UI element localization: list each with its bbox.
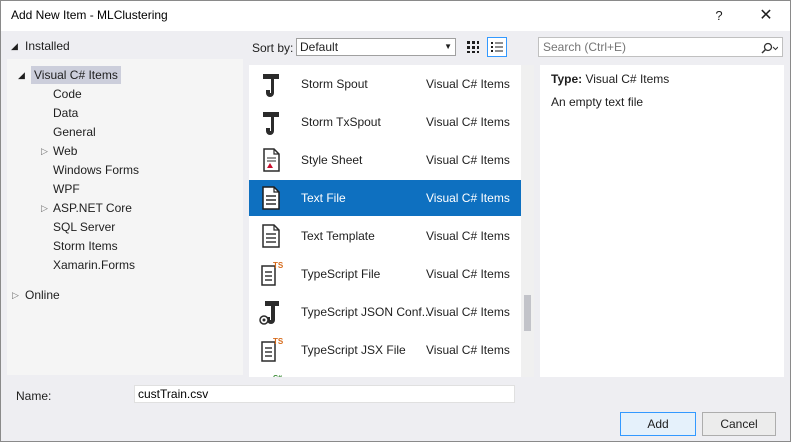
item-category: Visual C# Items — [426, 115, 510, 129]
installed-label: Installed — [25, 39, 70, 53]
title-bar: Add New Item - MLClustering ? ✕ — [1, 1, 790, 31]
tree-item-xamarin-forms[interactable]: Xamarin.Forms — [53, 256, 135, 274]
collapse-arrow-icon[interactable]: ◢ — [11, 37, 18, 55]
text-file-icon — [262, 186, 280, 210]
medium-icons-view-button[interactable] — [463, 37, 483, 57]
template-list: Storm Spout Visual C# Items Storm TxSpou… — [249, 65, 534, 377]
tree-item-web[interactable]: Web — [53, 142, 77, 160]
list-item-text-file[interactable]: Text File Visual C# Items — [249, 180, 521, 216]
name-input[interactable] — [134, 385, 515, 403]
tree-item-windows-forms[interactable]: Windows Forms — [53, 161, 139, 179]
item-category: Visual C# Items — [426, 305, 510, 319]
item-name: TypeScript File — [301, 267, 381, 281]
installed-header[interactable]: ◢ Installed — [7, 37, 243, 55]
search-icon[interactable] — [760, 38, 779, 56]
type-label: Type: — [551, 72, 583, 86]
tree-item-general[interactable]: General — [53, 123, 96, 141]
item-name: Text File — [301, 191, 346, 205]
sort-by-select[interactable]: Default ▼ — [296, 38, 456, 56]
tree-item-wpf[interactable]: WPF — [53, 180, 80, 198]
typescript-file-icon: TS — [261, 261, 284, 286]
tree-item-storm-items[interactable]: Storm Items — [53, 237, 118, 255]
item-description: An empty text file — [551, 95, 644, 109]
svg-text:TS: TS — [273, 337, 284, 346]
csharp-file-icon: C# — [273, 375, 282, 377]
storm-txspout-icon — [263, 112, 279, 135]
tree-item-aspnet-core[interactable]: ASP.NET Core — [53, 199, 132, 217]
item-category: Visual C# Items — [426, 77, 510, 91]
list-view-button[interactable] — [487, 37, 507, 57]
tree-item-online[interactable]: Online — [25, 286, 60, 304]
list-item-typescript-file[interactable]: TS TypeScript File Visual C# Items — [249, 256, 521, 292]
typescript-json-config-icon — [259, 301, 279, 325]
expand-arrow-icon[interactable]: ▷ — [12, 286, 19, 304]
tree-item-visual-csharp-items[interactable]: Visual C# Items — [31, 66, 121, 84]
item-details-panel: Type: Visual C# Items An empty text file — [540, 65, 784, 377]
list-item-typescript-jsx-file[interactable]: TS TypeScript JSX File Visual C# Items — [249, 332, 521, 368]
list-item-style-sheet[interactable]: Style Sheet Visual C# Items — [249, 142, 521, 178]
chevron-down-icon: ▼ — [444, 42, 452, 51]
grid-view-icon — [467, 41, 479, 53]
list-item-typescript-json-config[interactable]: TypeScript JSON Conf... Visual C# Items — [249, 294, 521, 330]
item-category: Visual C# Items — [426, 343, 510, 357]
sort-by-label: Sort by: — [252, 41, 294, 55]
tree-item-data[interactable]: Data — [53, 104, 78, 122]
type-line: Type: Visual C# Items — [551, 72, 669, 86]
svg-text:TS: TS — [273, 261, 284, 270]
item-name: Storm Spout — [301, 77, 368, 91]
item-name: Style Sheet — [301, 153, 363, 167]
text-template-icon — [262, 224, 280, 248]
list-view-icon — [491, 42, 503, 52]
cancel-button[interactable]: Cancel — [702, 412, 776, 436]
list-item-storm-spout[interactable]: Storm Spout Visual C# Items — [249, 66, 521, 102]
scrollbar-thumb[interactable] — [524, 295, 531, 331]
list-item-text-template[interactable]: Text Template Visual C# Items — [249, 218, 521, 254]
add-button[interactable]: Add — [620, 412, 696, 436]
type-value: Visual C# Items — [585, 72, 670, 86]
template-tree: ◢ Visual C# Items Code Data General ▷ We… — [7, 59, 243, 375]
search-box[interactable] — [538, 37, 783, 57]
search-input[interactable] — [539, 38, 749, 56]
sort-by-value: Default — [300, 40, 339, 54]
item-name: Storm TxSpout — [301, 115, 381, 129]
storm-spout-icon — [263, 74, 279, 97]
style-sheet-icon — [263, 148, 280, 172]
name-label: Name: — [16, 389, 52, 403]
svg-text:C#: C# — [273, 375, 282, 377]
close-button[interactable]: ✕ — [748, 3, 784, 29]
add-new-item-dialog: Add New Item - MLClustering ? ✕ ◢ Instal… — [0, 0, 791, 442]
tree-item-code[interactable]: Code — [53, 85, 82, 103]
item-name: TypeScript JSON Conf... — [301, 305, 432, 319]
item-name: Text Template — [301, 229, 375, 243]
bottom-bar: Name: Add Cancel — [1, 381, 790, 441]
item-category: Visual C# Items — [426, 191, 510, 205]
dialog-title: Add New Item - MLClustering — [11, 8, 168, 22]
collapse-arrow-icon[interactable]: ◢ — [18, 66, 25, 84]
expand-arrow-icon[interactable]: ▷ — [41, 199, 48, 217]
item-name: TypeScript JSX File — [301, 343, 406, 357]
item-category: Visual C# Items — [426, 267, 510, 281]
tree-item-sql-server[interactable]: SQL Server — [53, 218, 115, 236]
item-category: Visual C# Items — [426, 229, 510, 243]
item-category: Visual C# Items — [426, 153, 510, 167]
list-scrollbar[interactable] — [521, 65, 534, 377]
typescript-jsx-file-icon: TS — [261, 337, 284, 362]
list-item-storm-txspout[interactable]: Storm TxSpout Visual C# Items — [249, 104, 521, 140]
expand-arrow-icon[interactable]: ▷ — [41, 142, 48, 160]
list-item-partial[interactable]: C# — [249, 370, 521, 377]
help-button[interactable]: ? — [704, 3, 734, 29]
